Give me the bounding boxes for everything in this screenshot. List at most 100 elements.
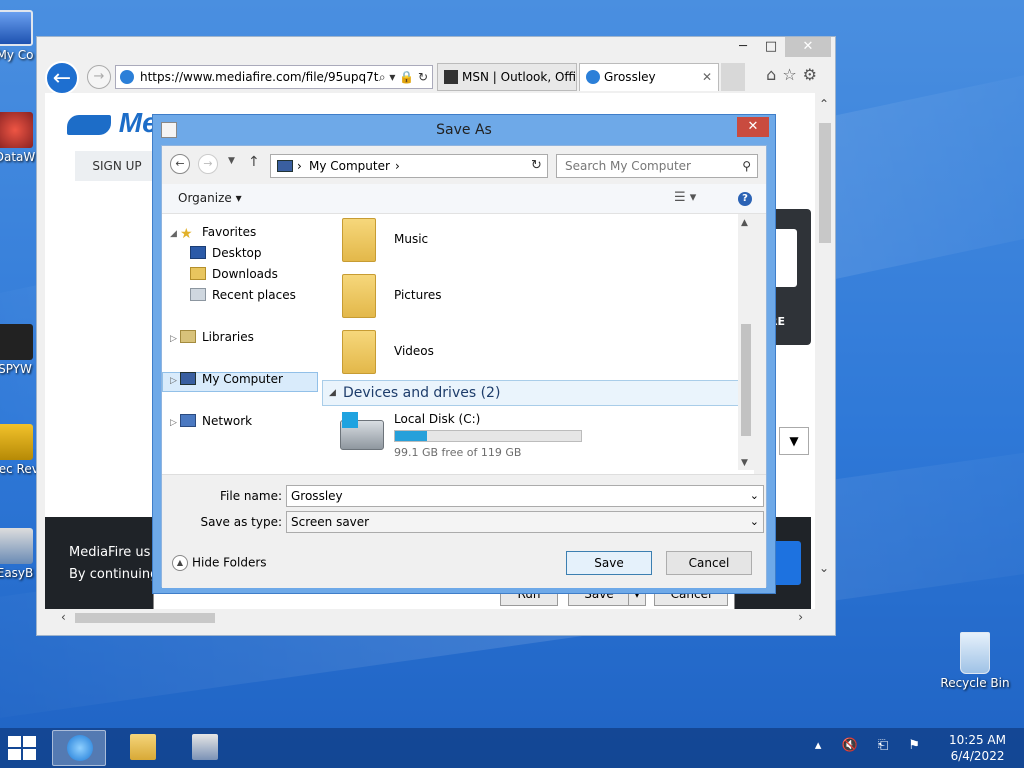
save-button[interactable]: Save xyxy=(566,551,652,575)
taskbar-app[interactable] xyxy=(178,730,232,766)
dialog-title: Save As xyxy=(436,122,492,138)
tab-label: MSN | Outlook, Offi... xyxy=(462,70,577,84)
nav-item-favorites[interactable]: ◢ ★ Favorites xyxy=(170,222,256,242)
group-header-devices[interactable]: ◢ Devices and drives (2) xyxy=(322,380,754,406)
nav-item-downloads[interactable]: Downloads xyxy=(190,264,278,284)
address-tools[interactable]: ⌕ ▾ 🔒 ↻ xyxy=(379,66,428,88)
expand-icon[interactable]: ▷ xyxy=(170,329,180,349)
help-icon[interactable]: ? xyxy=(738,192,752,206)
hide-folders-button[interactable]: ▲ Hide Folders xyxy=(172,555,267,571)
desktop-icon xyxy=(190,246,206,259)
page-vertical-scrollbar[interactable]: ⌃ ⌄ xyxy=(815,93,835,611)
network-icon xyxy=(180,414,196,427)
collapse-icon[interactable]: ◢ xyxy=(329,381,336,405)
file-list-scrollbar[interactable]: ▲ ▼ xyxy=(738,214,754,470)
nav-item-network[interactable]: ▷ Network xyxy=(170,411,252,431)
chevron-down-icon[interactable]: ⌄ xyxy=(750,512,759,532)
scroll-up-icon[interactable]: ⌃ xyxy=(819,97,829,111)
taskbar: ▴ 🔇 ⎗ ⚑ 10:25 AM 6/4/2022 xyxy=(0,728,1024,768)
forward-button[interactable]: → xyxy=(198,154,218,174)
file-name-label: File name: xyxy=(220,489,282,503)
scroll-down-icon[interactable]: ⌄ xyxy=(819,561,829,575)
chevron-right-icon[interactable]: › xyxy=(297,155,302,177)
start-button[interactable] xyxy=(8,736,38,760)
forward-button[interactable]: → xyxy=(87,65,111,89)
scroll-thumb[interactable] xyxy=(75,613,215,623)
msn-icon xyxy=(444,70,458,84)
maximize-button[interactable]: □ xyxy=(757,37,785,57)
back-button[interactable]: ← xyxy=(170,154,190,174)
save-type-select[interactable]: Screen saver ⌄ xyxy=(286,511,764,533)
cancel-button[interactable]: Cancel xyxy=(666,551,752,575)
system-tray-icons[interactable]: ▴ 🔇 ⎗ ⚑ xyxy=(815,738,928,753)
tab-label: Grossley xyxy=(604,70,656,84)
folder-label: Pictures xyxy=(394,288,442,302)
expand-icon[interactable]: ▷ xyxy=(170,371,180,391)
page-horizontal-scrollbar[interactable]: ‹ › xyxy=(45,609,819,627)
dropdown-toggle[interactable]: ▼ xyxy=(779,427,809,455)
expand-icon[interactable]: ◢ xyxy=(170,224,180,244)
desktop-icon-recycle-bin[interactable]: Recycle Bin xyxy=(940,632,1010,690)
up-icon[interactable]: ↑ xyxy=(248,154,260,170)
file-name-value: Grossley xyxy=(291,489,343,503)
computer-icon xyxy=(180,372,196,385)
breadcrumb-location[interactable]: My Computer xyxy=(309,159,390,173)
scroll-down-icon[interactable]: ▼ xyxy=(741,458,748,468)
app-icon xyxy=(0,528,33,564)
expand-icon[interactable]: ▷ xyxy=(170,413,180,433)
search-input[interactable]: Search My Computer ⚲ xyxy=(556,154,758,178)
star-icon: ★ xyxy=(180,226,193,242)
taskbar-clock[interactable]: 10:25 AM 6/4/2022 xyxy=(949,732,1006,764)
breadcrumb[interactable]: › My Computer › ⌄ xyxy=(270,154,544,178)
window-controls: ─ □ ✕ xyxy=(729,37,831,57)
address-bar[interactable]: https://www.mediafire.com/file/95upq7t ⌕… xyxy=(115,65,433,89)
organize-button[interactable]: Organize ▾ xyxy=(178,191,242,205)
recent-locations-icon[interactable]: ▼ xyxy=(228,156,235,166)
scroll-left-icon[interactable]: ‹ xyxy=(61,610,66,624)
new-tab-button[interactable] xyxy=(721,63,745,91)
mediafire-logo[interactable]: Me xyxy=(67,107,158,139)
close-window-button[interactable]: ✕ xyxy=(785,37,831,57)
windows-logo-icon xyxy=(342,412,358,428)
nav-item-recent-places[interactable]: Recent places xyxy=(190,285,296,305)
file-explorer-icon xyxy=(130,734,156,760)
dialog-close-button[interactable]: ✕ xyxy=(737,117,769,137)
save-type-value: Screen saver xyxy=(291,515,370,529)
signup-button[interactable]: SIGN UP xyxy=(75,151,159,181)
chevron-right-icon[interactable]: › xyxy=(395,155,400,177)
scroll-thumb[interactable] xyxy=(741,324,751,436)
minimize-button[interactable]: ─ xyxy=(729,37,757,57)
dialog-body: ← → ▼ ↑ › My Computer › ⌄ ↻ Search My Co… xyxy=(161,145,767,588)
drive-local-disk[interactable]: Local Disk (C:) 99.1 GB free of 119 GB xyxy=(340,412,740,460)
scroll-up-icon[interactable]: ▲ xyxy=(741,218,748,228)
internet-explorer-icon xyxy=(67,735,93,761)
clock-date: 6/4/2022 xyxy=(950,749,1005,763)
drive-free-space: 99.1 GB free of 119 GB xyxy=(394,446,522,459)
back-button[interactable]: ← xyxy=(45,61,79,95)
videos-folder-icon xyxy=(342,330,376,374)
file-name-field[interactable]: Grossley ⌄ xyxy=(286,485,764,507)
close-tab-icon[interactable]: ✕ xyxy=(702,64,712,90)
nav-item-libraries[interactable]: ▷ Libraries xyxy=(170,327,254,347)
scroll-thumb[interactable] xyxy=(819,123,831,243)
scroll-right-icon[interactable]: › xyxy=(798,610,803,624)
dialog-title-bar[interactable]: Save As xyxy=(153,115,775,145)
taskbar-internet-explorer[interactable] xyxy=(52,730,106,766)
tab-grossley[interactable]: Grossley ✕ xyxy=(579,63,719,91)
app-icon xyxy=(0,112,33,148)
refresh-button[interactable]: ↻ xyxy=(526,154,548,178)
tab-msn[interactable]: MSN | Outlook, Offi... xyxy=(437,63,577,91)
dialog-app-icon xyxy=(161,122,177,138)
recycle-bin-icon xyxy=(960,632,990,674)
browser-tool-icons[interactable]: ⌂☆⚙ xyxy=(766,65,823,84)
nav-item-desktop[interactable]: Desktop xyxy=(190,243,262,263)
change-view-button[interactable]: ☰ ▾ xyxy=(674,190,696,205)
dialog-nav-row: ← → ▼ ↑ › My Computer › ⌄ ↻ Search My Co… xyxy=(162,152,766,180)
taskbar-file-explorer[interactable] xyxy=(116,730,170,766)
collapse-up-icon: ▲ xyxy=(172,555,188,571)
dialog-bottom-area: File name: Grossley ⌄ Save as type: Scre… xyxy=(162,474,766,588)
address-text: https://www.mediafire.com/file/95upq7t xyxy=(140,70,379,84)
nav-label: Libraries xyxy=(202,330,254,344)
chevron-down-icon[interactable]: ⌄ xyxy=(750,486,759,506)
nav-item-my-computer[interactable]: ▷ My Computer xyxy=(170,369,283,389)
